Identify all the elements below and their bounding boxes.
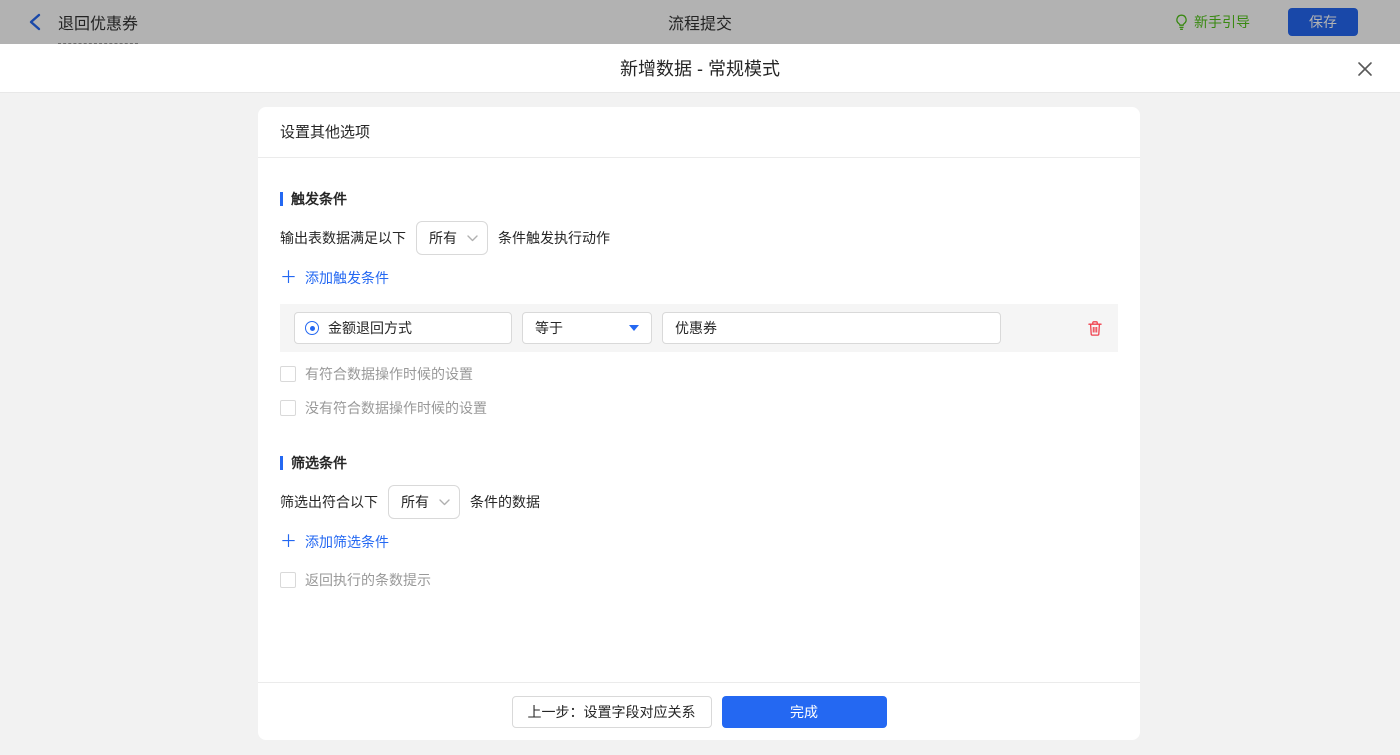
add-filter-condition-link[interactable]: ＋ 添加筛选条件 xyxy=(280,532,389,552)
save-button[interactable]: 保存 xyxy=(1288,8,1358,36)
return-count-checkbox[interactable] xyxy=(280,572,296,588)
filter-section-title: 筛选条件 xyxy=(280,453,1118,473)
chevron-down-icon xyxy=(467,235,478,242)
topbar-right: 新手引导 保存 xyxy=(1174,8,1358,36)
flow-name-title[interactable]: 退回优惠券 xyxy=(58,0,138,44)
card-body: 触发条件 输出表数据满足以下 所有 条件触发执行动作 ＋ 添加触发条件 xyxy=(258,158,1140,682)
plus-icon: ＋ xyxy=(280,271,297,285)
back-icon[interactable] xyxy=(28,13,42,31)
beginner-guide-link[interactable]: 新手引导 xyxy=(1174,12,1250,32)
no-matching-data-checkbox[interactable] xyxy=(280,400,296,416)
has-matching-data-label: 有符合数据操作时候的设置 xyxy=(305,364,473,384)
delete-condition-button[interactable] xyxy=(1087,320,1103,337)
close-icon[interactable] xyxy=(1356,60,1374,78)
add-trigger-condition-label: 添加触发条件 xyxy=(305,268,389,288)
section-accent-bar xyxy=(280,456,283,470)
filter-sentence-suffix: 条件的数据 xyxy=(470,492,540,512)
trigger-match-select-value: 所有 xyxy=(429,228,457,248)
condition-operator-select[interactable]: 等于 xyxy=(522,312,652,344)
card-footer: 上一步：设置字段对应关系 完成 xyxy=(258,682,1140,740)
caret-down-icon xyxy=(629,325,639,331)
filter-match-select[interactable]: 所有 xyxy=(388,485,460,519)
beginner-guide-label: 新手引导 xyxy=(1194,12,1250,32)
has-matching-data-option: 有符合数据操作时候的设置 xyxy=(280,364,1118,384)
trigger-section-title: 触发条件 xyxy=(280,189,1118,209)
lightbulb-icon xyxy=(1174,14,1189,31)
no-matching-data-option: 没有符合数据操作时候的设置 xyxy=(280,398,1118,418)
filter-match-sentence: 筛选出符合以下 所有 条件的数据 xyxy=(280,485,1118,519)
card-title: 设置其他选项 xyxy=(258,107,1140,158)
trigger-sentence-prefix: 输出表数据满足以下 xyxy=(280,228,406,248)
trigger-match-select[interactable]: 所有 xyxy=(416,221,488,255)
done-button[interactable]: 完成 xyxy=(722,696,887,728)
chevron-down-icon xyxy=(439,499,450,506)
previous-step-button[interactable]: 上一步：设置字段对应关系 xyxy=(512,696,712,728)
return-count-option: 返回执行的条数提示 xyxy=(280,570,1118,590)
filter-section-label: 筛选条件 xyxy=(291,453,347,473)
condition-value-input[interactable] xyxy=(662,312,1001,344)
dialog-body: 设置其他选项 触发条件 输出表数据满足以下 所有 条件触发执行动作 ＋ 添 xyxy=(0,93,1400,754)
trigger-match-sentence: 输出表数据满足以下 所有 条件触发执行动作 xyxy=(280,221,1118,255)
return-count-label: 返回执行的条数提示 xyxy=(305,570,431,590)
options-card: 设置其他选项 触发条件 输出表数据满足以下 所有 条件触发执行动作 ＋ 添 xyxy=(258,107,1140,740)
trigger-section-label: 触发条件 xyxy=(291,189,347,209)
topbar: 退回优惠券 流程提交 新手引导 保存 xyxy=(0,0,1400,44)
dialog-header: 新增数据 - 常规模式 xyxy=(0,44,1400,93)
trigger-condition-row: 金额退回方式 等于 xyxy=(280,304,1118,352)
add-trigger-condition-link[interactable]: ＋ 添加触发条件 xyxy=(280,268,389,288)
add-filter-condition-label: 添加筛选条件 xyxy=(305,532,389,552)
filter-sentence-prefix: 筛选出符合以下 xyxy=(280,492,378,512)
plus-icon: ＋ xyxy=(280,535,297,549)
dialog-title: 新增数据 - 常规模式 xyxy=(620,55,780,81)
condition-field-value: 金额退回方式 xyxy=(328,318,412,338)
condition-field-select[interactable]: 金额退回方式 xyxy=(294,312,512,344)
has-matching-data-checkbox[interactable] xyxy=(280,366,296,382)
trigger-sentence-suffix: 条件触发执行动作 xyxy=(498,228,610,248)
topbar-left: 退回优惠券 xyxy=(28,0,138,44)
section-accent-bar xyxy=(280,192,283,206)
no-matching-data-label: 没有符合数据操作时候的设置 xyxy=(305,398,487,418)
condition-operator-value: 等于 xyxy=(535,318,563,338)
filter-match-select-value: 所有 xyxy=(401,492,429,512)
radio-field-icon xyxy=(305,321,319,335)
